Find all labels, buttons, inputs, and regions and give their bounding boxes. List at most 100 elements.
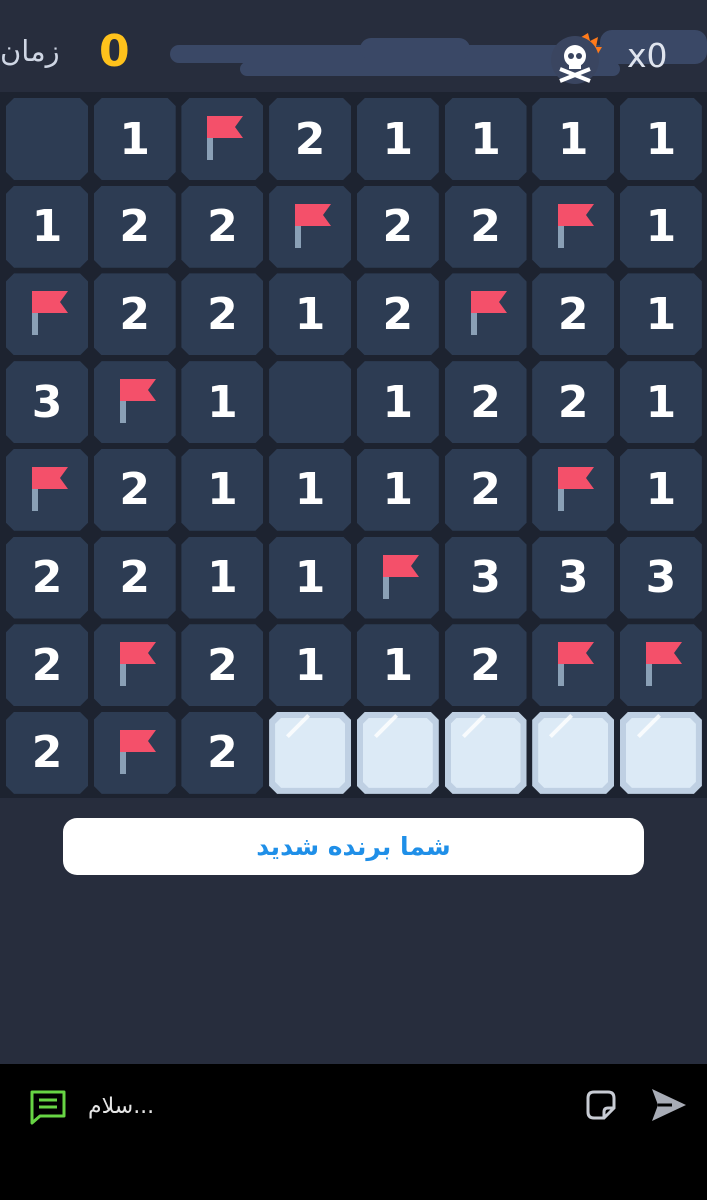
cell-number: 2 [207,201,238,253]
number-cell[interactable]: 1 [356,361,439,444]
number-cell[interactable]: 2 [181,273,264,356]
cell-number: 1 [645,201,677,253]
covered-cell[interactable] [269,711,352,794]
cell-number: 1 [645,464,677,516]
cell-number: 2 [31,639,63,691]
number-cell[interactable]: 2 [6,711,88,794]
number-cell[interactable]: 2 [6,624,88,707]
flagged-cell[interactable] [181,98,264,180]
flagged-cell[interactable] [269,185,352,268]
covered-cell[interactable] [444,711,527,794]
number-cell[interactable]: 1 [93,98,176,180]
sticker-icon[interactable] [584,1088,618,1122]
number-cell[interactable]: 1 [619,361,702,444]
number-cell[interactable]: 1 [269,624,352,707]
cell-number: 2 [470,201,501,253]
number-cell[interactable]: 1 [532,98,615,180]
win-message: شما برنده شدید [63,818,644,875]
flagged-cell[interactable] [6,273,88,356]
number-cell[interactable]: 2 [444,624,527,707]
number-cell[interactable]: 2 [444,185,527,268]
number-cell[interactable]: 1 [356,624,439,707]
empty-cell[interactable] [269,361,352,444]
flag-icon [558,203,595,248]
number-cell[interactable]: 3 [444,536,527,619]
flagged-cell[interactable] [93,624,176,707]
number-cell[interactable]: 2 [444,361,527,444]
number-cell[interactable]: 1 [619,98,702,180]
minesweeper-board: 1 2 1 1 1 1 1 2 2 2 2 1 2 2 1 2 2 1 3 1 1 2 2 1 2 1 1 1 2 1 2 2 1 1 3 3 3 2 2 1… [0,92,707,798]
flagged-cell[interactable] [444,273,527,356]
number-cell[interactable]: 2 [532,361,615,444]
number-cell[interactable]: 1 [181,536,264,619]
number-cell[interactable]: 1 [181,448,264,531]
cell-number: 2 [119,201,150,253]
flag-icon [119,379,156,424]
flag-icon [207,116,244,160]
cell-number: 2 [470,464,501,516]
cell-number: 1 [382,376,414,428]
empty-cell[interactable] [6,98,88,180]
chat-bar [0,1064,707,1200]
number-cell[interactable]: 1 [269,273,352,356]
number-cell[interactable]: 2 [444,448,527,531]
number-cell[interactable]: 2 [93,448,176,531]
flagged-cell[interactable] [6,448,88,531]
flag-icon [558,466,595,511]
number-cell[interactable]: 1 [6,185,88,268]
skull-crossbones-icon [551,33,602,84]
number-cell[interactable]: 2 [356,273,439,356]
number-cell[interactable]: 1 [356,98,439,180]
number-cell[interactable]: 3 [619,536,702,619]
number-cell[interactable]: 1 [356,448,439,531]
number-cell[interactable]: 2 [356,185,439,268]
cell-number: 1 [207,464,238,516]
number-cell[interactable]: 2 [6,536,88,619]
flagged-cell[interactable] [532,185,615,268]
header-cloud [360,38,470,60]
cell-number: 2 [207,727,238,779]
send-icon[interactable] [648,1085,688,1125]
cell-number: 2 [31,552,63,603]
flagged-cell[interactable] [93,711,176,794]
flagged-cell[interactable] [356,536,439,619]
number-cell[interactable]: 1 [269,536,352,619]
number-cell[interactable]: 1 [619,273,702,356]
chat-icon[interactable] [28,1088,68,1126]
cell-number: 3 [31,376,63,428]
number-cell[interactable]: 1 [269,448,352,531]
number-cell[interactable]: 1 [619,185,702,268]
flagged-cell[interactable] [532,448,615,531]
number-cell[interactable]: 2 [93,273,176,356]
chat-input[interactable]: سلام... [88,1094,154,1119]
cell-number: 1 [382,639,414,691]
number-cell[interactable]: 1 [444,98,527,180]
number-cell[interactable]: 2 [93,536,176,619]
number-cell[interactable]: 3 [532,536,615,619]
cell-number: 1 [470,113,501,165]
number-cell[interactable]: 2 [181,185,264,268]
cell-number: 1 [31,201,63,253]
number-cell[interactable]: 2 [181,624,264,707]
cell-number: 1 [645,113,677,165]
cell-number: 1 [294,464,326,516]
flagged-cell[interactable] [532,624,615,707]
number-cell[interactable]: 2 [181,711,264,794]
flagged-cell[interactable] [619,624,702,707]
cell-number: 1 [294,639,326,691]
covered-cell[interactable] [619,711,702,794]
number-cell[interactable]: 1 [619,448,702,531]
covered-cell[interactable] [532,711,615,794]
number-cell[interactable]: 1 [181,361,264,444]
cell-number: 2 [119,552,150,603]
cell-number: 2 [207,639,238,691]
covered-cell[interactable] [356,711,439,794]
flagged-cell[interactable] [93,361,176,444]
cell-number: 2 [31,727,63,779]
cell-number: 1 [207,552,238,603]
cell-number: 1 [294,288,326,340]
number-cell[interactable]: 3 [6,361,88,444]
number-cell[interactable]: 2 [269,98,352,180]
number-cell[interactable]: 2 [532,273,615,356]
number-cell[interactable]: 2 [93,185,176,268]
